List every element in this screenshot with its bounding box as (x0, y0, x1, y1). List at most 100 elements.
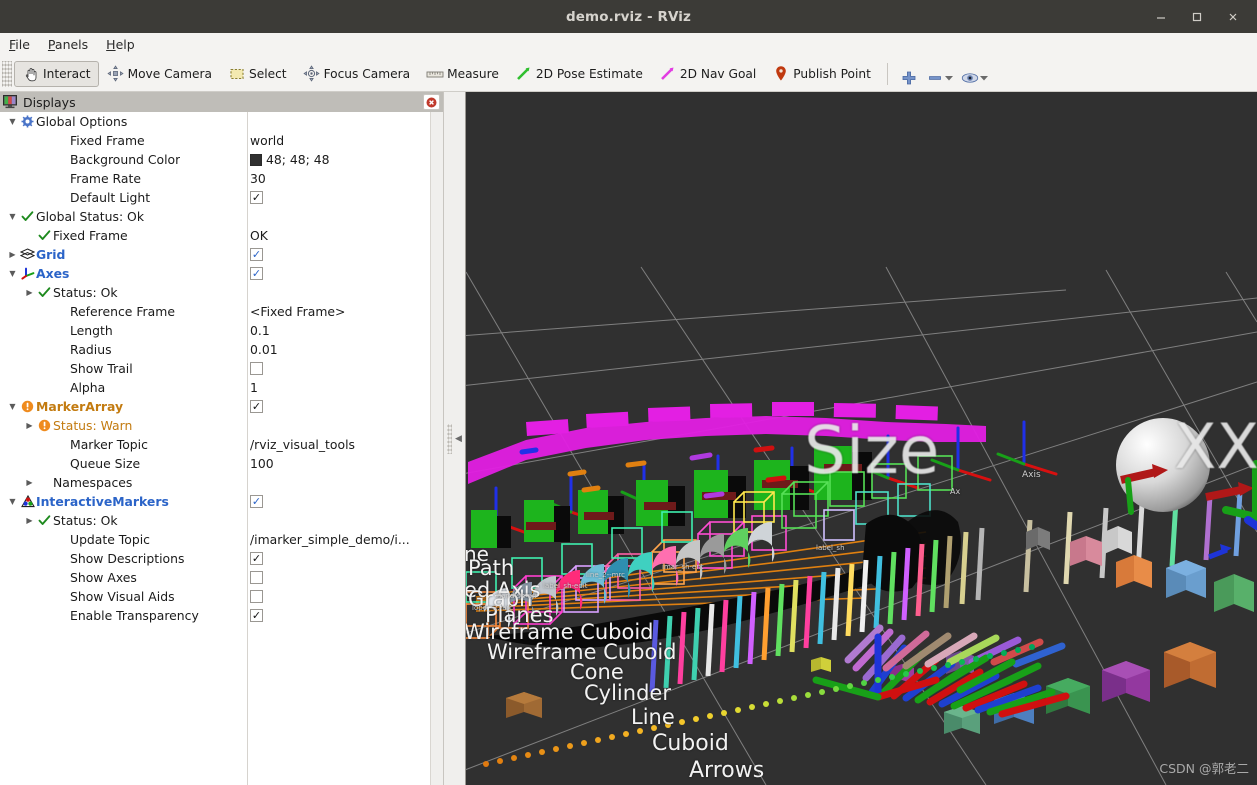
chevron-down-icon[interactable] (944, 66, 953, 85)
tree-row-value-cell[interactable]: 30 (247, 171, 443, 186)
tree-row-value-cell[interactable]: ✓ (247, 495, 443, 508)
tree-row-value-cell[interactable]: OK (247, 228, 443, 243)
tree-row-fixed-frame[interactable]: Fixed Frame OK (0, 226, 443, 245)
chevron-left-icon[interactable]: ◀ (455, 434, 462, 444)
tree-row-value-cell[interactable] (247, 362, 443, 375)
tree-row-show-axes[interactable]: Show Axes (0, 568, 443, 587)
tool-2d-nav-goal[interactable]: 2D Nav Goal (651, 61, 764, 87)
tree-row-default-light[interactable]: Default Light ✓ (0, 188, 443, 207)
close-circle-icon[interactable] (423, 94, 440, 110)
tree-row-background-color[interactable]: Background Color 48; 48; 48 (0, 150, 443, 169)
tree-row-global-status-ok[interactable]: ▼ Global Status: Ok (0, 207, 443, 226)
tree-row-value-cell[interactable]: 48; 48; 48 (247, 152, 443, 167)
tree-row-enable-transparency[interactable]: Enable Transparency ✓ (0, 606, 443, 625)
checkbox[interactable]: ✓ (250, 267, 263, 280)
tree-row-value-cell[interactable]: /imarker_simple_demo/i... (247, 532, 443, 547)
tool-move-camera[interactable]: Move Camera (99, 61, 220, 87)
tree-row-show-trail[interactable]: Show Trail (0, 359, 443, 378)
maximize-icon[interactable] (1179, 0, 1215, 33)
expand-arrow-open[interactable]: ▼ (6, 212, 19, 221)
menu-file[interactable]: File (0, 35, 39, 54)
tree-row-status-ok[interactable]: ▶ Status: Ok (0, 283, 443, 302)
displays-tree[interactable]: ▼ Global Options Fixed Frame world Backgroun… (0, 112, 443, 785)
tool-focus-camera[interactable]: Focus Camera (295, 61, 419, 87)
tree-row-grid[interactable]: ▶ Grid ✓ (0, 245, 443, 264)
tree-row-value-cell[interactable]: world (247, 133, 443, 148)
checkbox[interactable]: ✓ (250, 248, 263, 261)
splitter-grip[interactable] (447, 423, 453, 454)
checkbox[interactable]: ✓ (250, 552, 263, 565)
tree-row-value-cell[interactable]: /rviz_visual_tools (247, 437, 443, 452)
color-swatch[interactable] (250, 153, 262, 166)
tree-row-update-topic[interactable]: Update Topic/imarker_simple_demo/i... (0, 530, 443, 549)
tree-row-status-warn[interactable]: ▶ Status: Warn (0, 416, 443, 435)
checkbox[interactable]: ✓ (250, 609, 263, 622)
checkbox[interactable]: ✓ (250, 191, 263, 204)
checkbox[interactable] (250, 590, 263, 603)
tree-row-queue-size[interactable]: Queue Size 100 (0, 454, 443, 473)
tool-2d-pose-estimate[interactable]: 2D Pose Estimate (507, 61, 651, 87)
tree-row-show-visual-aids[interactable]: Show Visual Aids (0, 587, 443, 606)
expand-arrow-closed[interactable]: ▶ (23, 421, 36, 430)
expand-arrow-closed[interactable]: ▶ (23, 516, 36, 525)
tree-row-marker-topic[interactable]: Marker Topic/rviz_visual_tools (0, 435, 443, 454)
tree-row-value-cell[interactable]: ✓ (247, 400, 443, 413)
tree-row-name-cell: Show Axes (0, 570, 247, 585)
tree-row-interactivemarkers[interactable]: ▼ InteractiveMarkers ✓ (0, 492, 443, 511)
tree-row-reference-frame[interactable]: Reference Frame <Fixed Frame> (0, 302, 443, 321)
checkbox[interactable]: ✓ (250, 400, 263, 413)
tree-row-value-cell[interactable]: ✓ (247, 267, 443, 280)
panel-splitter[interactable]: ◀ (444, 92, 466, 785)
tree-row-fixed-frame[interactable]: Fixed Frame world (0, 131, 443, 150)
tree-row-axes[interactable]: ▼ Axes ✓ (0, 264, 443, 283)
tree-row-value-cell[interactable]: <Fixed Frame> (247, 304, 443, 319)
minimize-icon[interactable] (1143, 0, 1179, 33)
expand-arrow-open[interactable]: ▼ (6, 497, 19, 506)
tool-interact[interactable]: Interact (14, 60, 99, 87)
displays-scrollbar[interactable] (430, 112, 443, 785)
tree-row-value-cell[interactable]: 0.01 (247, 342, 443, 357)
tree-row-global-options[interactable]: ▼ Global Options (0, 112, 443, 131)
tree-row-namespaces[interactable]: ▶ Namespaces (0, 473, 443, 492)
tree-row-value-cell[interactable] (247, 571, 443, 584)
checkbox[interactable] (250, 571, 263, 584)
tree-row-name-cell: Alpha (0, 380, 247, 395)
expand-arrow-closed[interactable]: ▶ (23, 288, 36, 297)
tool-select[interactable]: Select (220, 61, 295, 87)
tree-row-value-cell[interactable]: 1 (247, 380, 443, 395)
tree-row-alpha[interactable]: Alpha 1 (0, 378, 443, 397)
tool-publish-point[interactable]: Publish Point (764, 61, 879, 87)
tree-row-label: Enable Transparency (70, 608, 199, 623)
tree-row-frame-rate[interactable]: Frame Rate 30 (0, 169, 443, 188)
remove-display-button[interactable] (922, 61, 957, 87)
expand-arrow-open[interactable]: ▼ (6, 117, 19, 126)
checkbox[interactable]: ✓ (250, 495, 263, 508)
expand-arrow-closed[interactable]: ▶ (23, 478, 36, 487)
close-icon[interactable] (1215, 0, 1251, 33)
checkbox[interactable] (250, 362, 263, 375)
expand-arrow-open[interactable]: ▼ (6, 269, 19, 278)
expand-arrow-closed[interactable]: ▶ (6, 250, 19, 259)
expand-arrow-open[interactable]: ▼ (6, 402, 19, 411)
menu-panels[interactable]: Panels (39, 35, 97, 54)
tree-row-value-cell[interactable]: 100 (247, 456, 443, 471)
tree-row-value-cell[interactable] (247, 590, 443, 603)
render-viewport-3d[interactable]: Size XX ne Path ed Axis Graph Planes Wireframe … (466, 92, 1257, 785)
chevron-down-icon-2[interactable] (979, 66, 988, 85)
menu-help[interactable]: Help (97, 35, 144, 54)
tool-measure[interactable]: Measure (418, 61, 507, 87)
tree-row-value-cell[interactable]: ✓ (247, 248, 443, 261)
tree-row-length[interactable]: Length 0.1 (0, 321, 443, 340)
tree-row-name-cell: ▶ Status: Warn (0, 418, 247, 433)
toolbar-drag-handle[interactable] (2, 60, 12, 87)
visibility-button[interactable] (957, 61, 992, 87)
tree-row-value-cell[interactable]: 0.1 (247, 323, 443, 338)
tree-row-radius[interactable]: Radius 0.01 (0, 340, 443, 359)
add-display-button[interactable] (896, 61, 922, 87)
tree-row-show-descriptions[interactable]: Show Descriptions ✓ (0, 549, 443, 568)
tree-row-value-cell[interactable]: ✓ (247, 609, 443, 622)
tree-row-markerarray[interactable]: ▼ MarkerArray ✓ (0, 397, 443, 416)
tree-row-value-cell[interactable]: ✓ (247, 191, 443, 204)
tree-row-status-ok[interactable]: ▶ Status: Ok (0, 511, 443, 530)
tree-row-value-cell[interactable]: ✓ (247, 552, 443, 565)
